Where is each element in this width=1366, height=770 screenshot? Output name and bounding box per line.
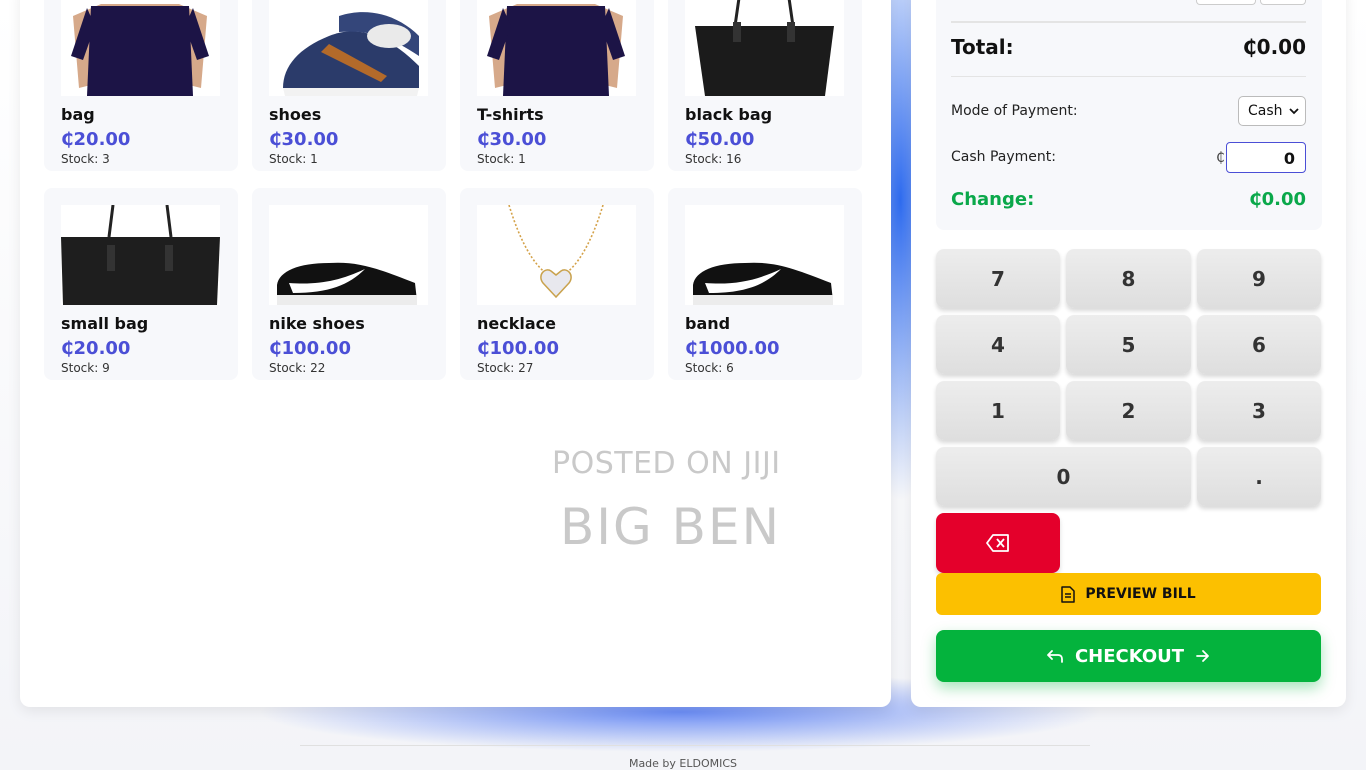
- product-card[interactable]: necklace ₵100.00 Stock: 27: [460, 188, 654, 380]
- navy-tshirt-image: [61, 0, 220, 96]
- product-price: ₵30.00: [269, 129, 339, 150]
- keypad-6[interactable]: 6: [1197, 315, 1321, 374]
- document-icon: [1061, 585, 1076, 603]
- keypad-2[interactable]: 2: [1066, 381, 1191, 440]
- navy-sneakers-image: [269, 0, 428, 96]
- product-stock: Stock: 6: [685, 361, 734, 375]
- divider: [951, 76, 1306, 77]
- watermark-text: BIG BEN: [560, 498, 781, 556]
- black-nike-shoe-image: [685, 205, 844, 305]
- product-card[interactable]: shoes ₵30.00 Stock: 1: [252, 0, 446, 171]
- black-tote-bag-image: [685, 0, 844, 96]
- product-name: black bag: [685, 105, 773, 124]
- cash-payment-label: Cash Payment:: [951, 149, 1056, 165]
- currency-symbol: ₵: [1216, 150, 1225, 166]
- return-icon: [1047, 650, 1063, 663]
- change-label: Change:: [951, 189, 1035, 210]
- product-name: small bag: [61, 314, 149, 333]
- keypad-9[interactable]: 9: [1197, 249, 1321, 308]
- product-name: nike shoes: [269, 314, 365, 333]
- product-price: ₵50.00: [685, 129, 755, 150]
- product-price: ₵30.00: [477, 129, 547, 150]
- product-name: necklace: [477, 314, 556, 333]
- gold-heart-necklace-image: [477, 205, 636, 305]
- keypad-5[interactable]: 5: [1066, 315, 1191, 374]
- product-price: ₵20.00: [61, 338, 131, 359]
- checkout-button[interactable]: CHECKOUT: [936, 630, 1321, 682]
- keypad-7[interactable]: 7: [936, 249, 1060, 308]
- product-price: ₵1000.00: [685, 338, 780, 359]
- product-price: ₵20.00: [61, 129, 131, 150]
- product-card[interactable]: black bag ₵50.00 Stock: 16: [668, 0, 862, 171]
- footer-credit: Made by ELDOMICS: [628, 757, 738, 770]
- keypad-0[interactable]: 0: [936, 447, 1191, 506]
- product-stock: Stock: 1: [269, 152, 318, 166]
- black-nike-shoe-image: [269, 205, 428, 305]
- product-name: band: [685, 314, 731, 333]
- cash-payment-input[interactable]: 0: [1226, 142, 1306, 173]
- cart-control-box[interactable]: [1260, 0, 1306, 5]
- product-card[interactable]: T-shirts ₵30.00 Stock: 1: [460, 0, 654, 171]
- product-stock: Stock: 9: [61, 361, 110, 375]
- navy-tshirt-image: [477, 0, 636, 96]
- keypad-1[interactable]: 1: [936, 381, 1060, 440]
- product-price: ₵100.00: [477, 338, 559, 359]
- checkout-label: CHECKOUT: [1074, 645, 1185, 667]
- total-label: Total:: [951, 35, 1014, 59]
- product-card[interactable]: band ₵1000.00 Stock: 6: [668, 188, 862, 380]
- keypad-decimal[interactable]: .: [1197, 447, 1321, 506]
- arrow-right-icon: [1196, 650, 1209, 662]
- watermark-text: POSTED ON JIJI: [552, 446, 781, 481]
- product-price: ₵100.00: [269, 338, 351, 359]
- preview-bill-label: PREVIEW BILL: [1085, 586, 1196, 602]
- cart-control-box[interactable]: [1196, 0, 1256, 5]
- product-card[interactable]: small bag ₵20.00 Stock: 9: [44, 188, 238, 380]
- backspace-button[interactable]: [936, 513, 1060, 573]
- change-value: ₵0.00: [1249, 189, 1306, 210]
- payment-mode-value: Cash: [1248, 103, 1283, 119]
- backspace-icon: [986, 534, 1009, 552]
- product-name: T-shirts: [477, 105, 544, 124]
- product-name: bag: [61, 105, 95, 124]
- product-stock: Stock: 22: [269, 361, 326, 375]
- product-name: shoes: [269, 105, 322, 124]
- product-stock: Stock: 16: [685, 152, 742, 166]
- payment-mode-label: Mode of Payment:: [951, 103, 1078, 119]
- divider: [951, 21, 1306, 23]
- keypad-4[interactable]: 4: [936, 315, 1060, 374]
- product-card[interactable]: nike shoes ₵100.00 Stock: 22: [252, 188, 446, 380]
- product-card[interactable]: bag ₵20.00 Stock: 3: [44, 0, 238, 171]
- preview-bill-button[interactable]: PREVIEW BILL: [936, 573, 1321, 615]
- footer-divider: [300, 745, 1090, 746]
- product-stock: Stock: 27: [477, 361, 534, 375]
- product-stock: Stock: 3: [61, 152, 110, 166]
- product-stock: Stock: 1: [477, 152, 526, 166]
- black-tote-bag-image: [61, 205, 220, 305]
- chevron-down-icon: [1289, 107, 1299, 114]
- keypad-3[interactable]: 3: [1197, 381, 1321, 440]
- payment-mode-select[interactable]: Cash: [1238, 96, 1306, 126]
- total-value: ₵0.00: [1242, 35, 1306, 59]
- keypad-8[interactable]: 8: [1066, 249, 1191, 308]
